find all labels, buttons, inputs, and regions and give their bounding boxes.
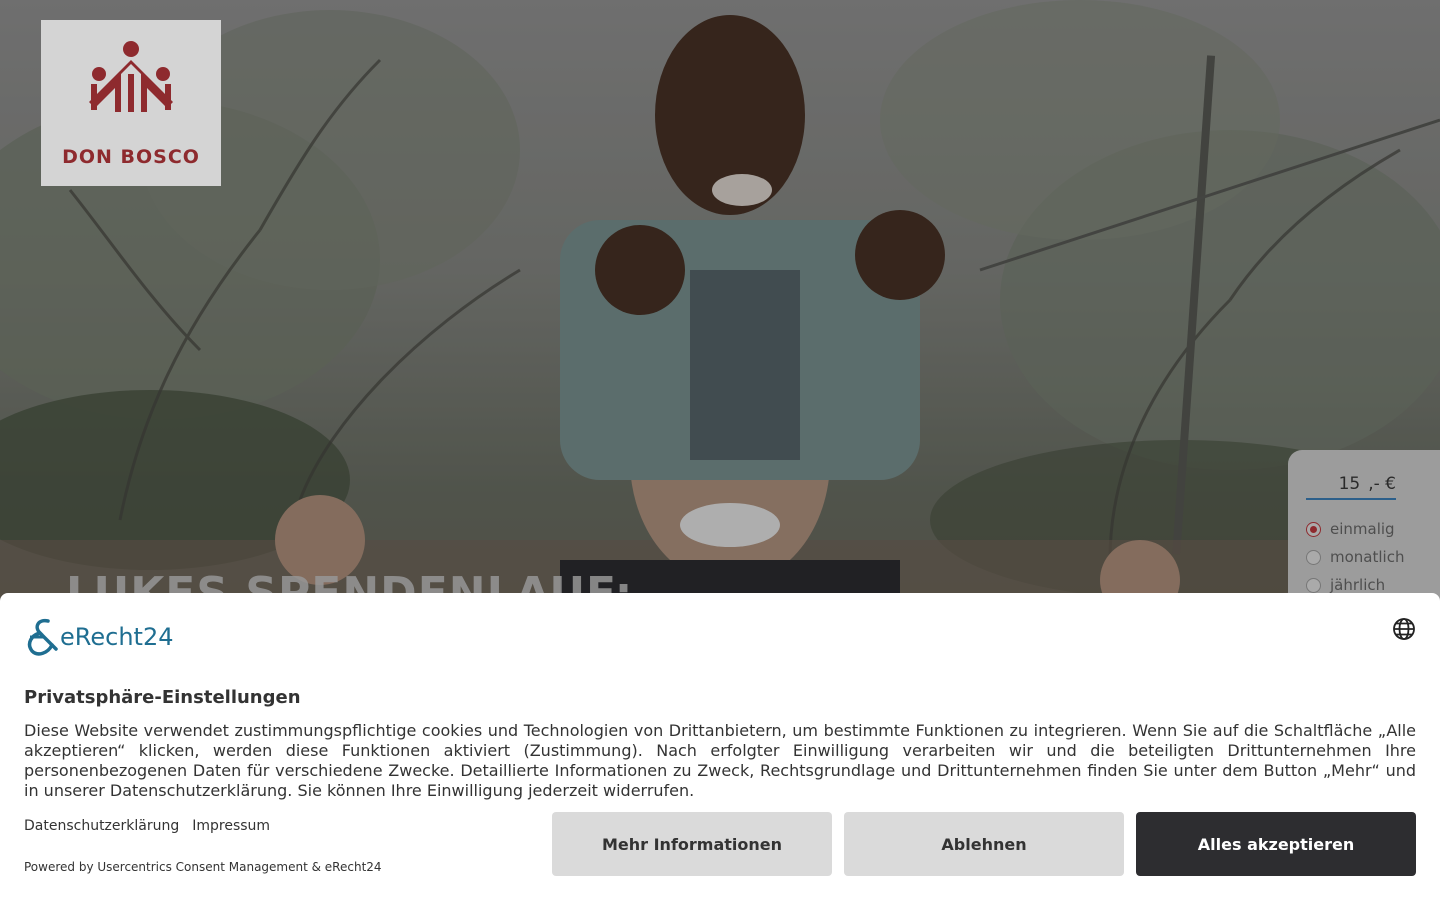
consent-description: Diese Website verwendet zustimmungspflic…: [24, 721, 1416, 800]
privacy-policy-link[interactable]: Datenschutzerklärung: [24, 818, 179, 834]
erecht24-wordmark: eRecht24: [60, 623, 174, 651]
accept-all-button[interactable]: Alles akzeptieren: [1136, 812, 1416, 876]
powered-by-text: Powered by Usercentrics Consent Manageme…: [24, 860, 382, 874]
frequency-option-yearly[interactable]: jährlich: [1306, 576, 1385, 594]
consent-links: Datenschutzerklärung Impressum: [24, 818, 270, 834]
frequency-label-yearly: jährlich: [1330, 576, 1386, 594]
donation-amount-value: 15: [1338, 474, 1361, 494]
imprint-link[interactable]: Impressum: [192, 818, 270, 834]
erecht24-ampersand-icon: [27, 618, 58, 656]
frequency-option-once[interactable]: einmalig: [1306, 520, 1395, 538]
don-bosco-figures-icon: [89, 41, 173, 112]
consent-banner: eRecht24 Privatsphäre-Einstellungen Dies…: [0, 593, 1440, 900]
consent-title: Privatsphäre-Einstellungen: [24, 687, 301, 708]
donation-currency-label: ,- €: [1368, 474, 1396, 494]
language-globe-icon[interactable]: [1392, 617, 1416, 641]
frequency-label-monthly: monatlich: [1330, 548, 1405, 566]
radio-once[interactable]: [1306, 521, 1321, 537]
donation-amount-field[interactable]: 15 ,- €: [1306, 470, 1396, 500]
more-information-button[interactable]: Mehr Informationen: [552, 812, 832, 876]
radio-monthly[interactable]: [1306, 549, 1321, 565]
frequency-option-monthly[interactable]: monatlich: [1306, 548, 1404, 566]
don-bosco-logo[interactable]: DON BOSCO: [41, 20, 221, 186]
radio-yearly[interactable]: [1306, 577, 1321, 593]
logo-wordmark: DON BOSCO: [62, 146, 200, 168]
deny-button[interactable]: Ablehnen: [844, 812, 1124, 876]
frequency-label-once: einmalig: [1330, 520, 1395, 538]
erecht24-logo: eRecht24: [24, 617, 173, 657]
